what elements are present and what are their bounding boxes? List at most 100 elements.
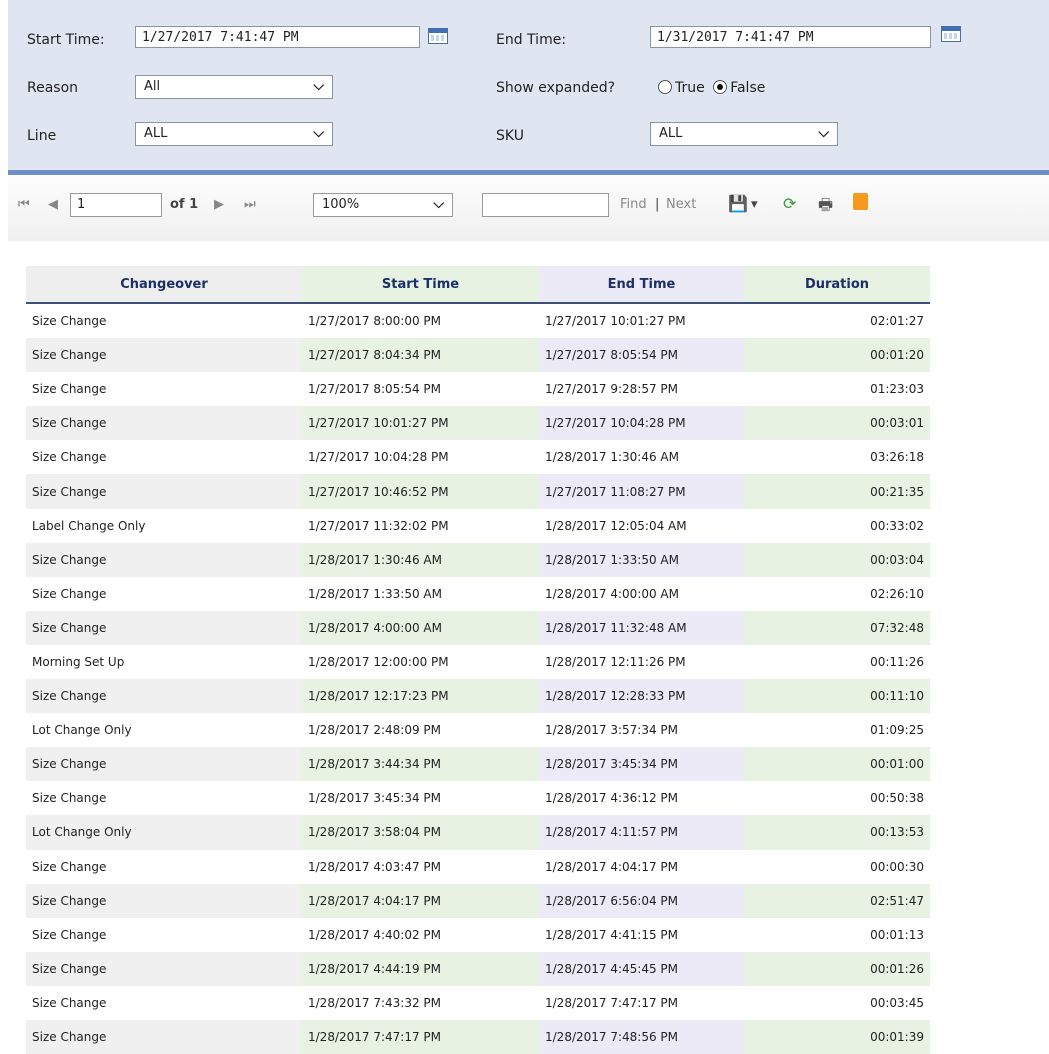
cell-duration: 00:03:01 [744,406,930,441]
true-radio-label: True [675,80,705,96]
sku-label: SKU [496,128,524,144]
cell-changeover: Size Change [26,576,302,611]
cell-end-time: 1/28/2017 3:45:34 PM [539,747,744,782]
find-link[interactable]: Find [620,197,647,212]
column-header-start-time: Start Time [302,266,539,304]
cell-duration: 00:01:26 [744,951,930,986]
cell-start-time: 1/28/2017 4:40:02 PM [302,917,539,952]
next-page-icon[interactable]: ▶ [214,197,224,212]
cell-end-time: 1/28/2017 7:47:17 PM [539,985,744,1020]
cell-changeover: Morning Set Up [26,644,302,680]
cell-start-time: 1/28/2017 3:44:34 PM [302,747,539,782]
start-time-label: Start Time: [27,32,105,48]
cell-changeover: Size Change [26,338,302,373]
table-row: Size Change 1/28/2017 3:44:34 PM 1/28/2017… [26,747,930,782]
prev-page-icon[interactable]: ◀ [48,197,58,212]
cell-end-time: 1/27/2017 10:01:27 PM [539,303,744,339]
cell-end-time: 1/28/2017 3:57:34 PM [539,713,744,748]
table-row: Size Change 1/27/2017 8:00:00 PM 1/27/2017… [26,303,930,339]
table-row: Size Change 1/28/2017 4:44:19 PM 1/28/2017… [26,951,930,986]
cell-changeover: Size Change [26,679,302,714]
zoom-select[interactable]: 100% ⌵ [313,193,453,217]
cell-duration: 00:00:30 [744,849,930,884]
cell-duration: 01:23:03 [744,372,930,407]
last-page-icon[interactable]: ⏭ [244,197,256,212]
zoom-select-value: 100% [322,197,360,212]
page-number-input[interactable]: 1 [70,193,162,217]
table-row: Size Change 1/27/2017 10:01:27 PM 1/27/201… [26,406,930,441]
cell-end-time: 1/28/2017 12:11:26 PM [539,644,744,680]
export-dropdown-icon[interactable]: ▾ [751,197,758,212]
cell-changeover: Size Change [26,883,302,918]
cell-changeover: Size Change [26,781,302,816]
cell-duration: 00:21:35 [744,474,930,509]
table-header-row: Changeover Start Time End Time Duration [26,266,930,304]
line-select-value: ALL [144,126,168,141]
chevron-down-icon: ⌵ [433,196,444,212]
print-icon[interactable]: 🖶 [818,194,833,221]
reason-label: Reason [27,80,79,96]
cell-duration: 00:11:10 [744,679,930,714]
next-link[interactable]: Next [666,197,696,212]
cell-duration: 02:26:10 [744,576,930,611]
start-time-input[interactable]: 1/27/2017 7:41:47 PM [135,26,420,48]
start-calendar-icon[interactable] [428,28,448,44]
cell-start-time: 1/27/2017 10:04:28 PM [302,440,539,475]
cell-start-time: 1/28/2017 4:00:00 AM [302,610,539,645]
cell-changeover: Size Change [26,985,302,1020]
cell-duration: 02:51:47 [744,883,930,918]
cell-duration: 00:01:20 [744,338,930,373]
cell-start-time: 1/27/2017 8:05:54 PM [302,372,539,407]
true-radio[interactable] [658,80,672,94]
table-row: Size Change 1/28/2017 4:40:02 PM 1/28/2017… [26,917,930,952]
cell-changeover: Size Change [26,440,302,475]
column-header-duration: Duration [744,266,930,304]
table-row: Size Change 1/27/2017 10:04:28 PM 1/28/201… [26,440,930,475]
find-text-input[interactable] [482,193,609,217]
cell-end-time: 1/27/2017 10:04:28 PM [539,406,744,441]
chevron-down-icon: ⌵ [818,125,829,141]
line-select[interactable]: ALL ⌵ [135,122,333,146]
cell-changeover: Size Change [26,372,302,407]
export-icon[interactable]: 💾 [728,194,748,213]
cell-end-time: 1/28/2017 4:45:45 PM [539,951,744,986]
cell-end-time: 1/28/2017 4:36:12 PM [539,781,744,816]
cell-start-time: 1/28/2017 1:30:46 AM [302,542,539,577]
refresh-icon[interactable]: ⟳ [783,194,796,213]
cell-end-time: 1/28/2017 1:30:46 AM [539,440,744,475]
report-toolbar: ⏮ ◀ 1 of 1 ▶ ⏭ 100% ⌵ Find | Next 💾 ▾ ⟳ … [8,175,1049,241]
feed-icon[interactable] [853,193,868,210]
cell-duration: 00:11:26 [744,644,930,680]
first-page-icon[interactable]: ⏮ [18,197,30,212]
table-row: Label Change Only 1/27/2017 11:32:02 PM 1/… [26,508,930,543]
cell-duration: 00:33:02 [744,508,930,543]
end-time-input[interactable]: 1/31/2017 7:41:47 PM [650,26,931,48]
table-row: Size Change 1/28/2017 4:04:17 PM 1/28/2017… [26,883,930,918]
sku-select[interactable]: ALL ⌵ [650,122,838,146]
cell-changeover: Size Change [26,406,302,441]
cell-duration: 00:03:04 [744,542,930,577]
cell-changeover: Size Change [26,303,302,339]
table-row: Size Change 1/28/2017 1:33:50 AM 1/28/2017… [26,576,930,611]
false-radio[interactable] [713,80,728,94]
cell-end-time: 1/28/2017 4:00:00 AM [539,576,744,611]
end-time-label: End Time: [496,32,567,48]
table-body: Size Change 1/27/2017 8:00:00 PM 1/27/2017… [26,303,930,1054]
cell-end-time: 1/28/2017 11:32:48 AM [539,610,744,645]
end-calendar-icon[interactable] [941,26,961,42]
cell-changeover: Size Change [26,542,302,577]
cell-changeover: Label Change Only [26,508,302,543]
cell-start-time: 1/27/2017 10:46:52 PM [302,474,539,509]
column-header-end-time: End Time [539,266,744,304]
reason-select[interactable]: All ⌵ [135,75,333,99]
cell-end-time: 1/28/2017 12:28:33 PM [539,679,744,714]
cell-end-time: 1/28/2017 4:11:57 PM [539,815,744,850]
table-row: Size Change 1/27/2017 10:46:52 PM 1/27/201… [26,474,930,509]
cell-end-time: 1/28/2017 4:41:15 PM [539,917,744,952]
cell-end-time: 1/28/2017 6:56:04 PM [539,883,744,918]
cell-start-time: 1/28/2017 4:44:19 PM [302,951,539,986]
cell-end-time: 1/27/2017 11:08:27 PM [539,474,744,509]
cell-changeover: Size Change [26,951,302,986]
cell-duration: 00:01:13 [744,917,930,952]
cell-start-time: 1/27/2017 8:00:00 PM [302,303,539,339]
